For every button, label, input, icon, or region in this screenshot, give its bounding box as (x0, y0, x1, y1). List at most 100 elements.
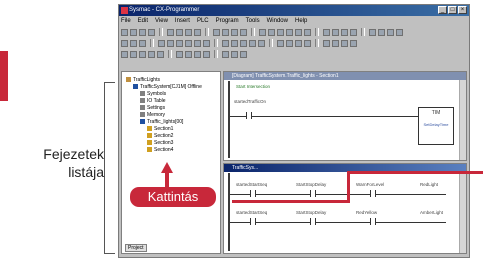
toolbar-button-icon[interactable] (268, 28, 275, 36)
toolbar-button-icon[interactable] (258, 39, 265, 47)
toolbar-button-icon[interactable] (194, 28, 201, 36)
tree-item[interactable]: Section4 (147, 147, 173, 153)
toolbar-button-icon[interactable] (249, 39, 256, 47)
toolbar-button-icon[interactable] (341, 28, 348, 36)
toolbar-button-icon[interactable] (148, 28, 155, 36)
menu-item[interactable]: File (121, 17, 131, 26)
toolbar-button-icon[interactable] (213, 28, 220, 36)
menu-item[interactable]: Tools (246, 17, 260, 26)
tree-item[interactable]: Settings (140, 105, 165, 111)
toolbar-button-icon[interactable] (350, 28, 357, 36)
tree-item[interactable]: Memory (140, 112, 165, 118)
toolbar-button-icon[interactable] (157, 50, 164, 58)
toolbar-button-icon[interactable] (130, 50, 137, 58)
minimize-button[interactable]: _ (438, 6, 447, 14)
toolbar-button-icon[interactable] (176, 28, 183, 36)
close-button[interactable]: × (458, 6, 467, 14)
toolbar-button-icon[interactable] (396, 28, 403, 36)
menu-item[interactable]: Help (295, 17, 307, 26)
toolbar-button-icon[interactable] (231, 50, 238, 58)
toolbar-button-icon[interactable] (323, 28, 330, 36)
contact-symbol[interactable] (250, 218, 256, 225)
toolbar-button-icon[interactable] (295, 39, 302, 47)
toolbar-button-icon[interactable] (139, 50, 146, 58)
toolbar-button-icon[interactable] (222, 28, 229, 36)
toolbar-button-icon[interactable] (158, 39, 165, 47)
contact-symbol[interactable] (310, 218, 316, 225)
contact-label: StartStopDelay (296, 182, 327, 187)
menu-item[interactable]: Window (267, 17, 288, 26)
toolbar-button-icon[interactable] (341, 39, 348, 47)
toolbar-button-icon[interactable] (277, 28, 284, 36)
toolbar-button-icon[interactable] (295, 28, 302, 36)
toolbar-button-icon[interactable] (185, 28, 192, 36)
menu-item[interactable]: Program (216, 17, 239, 26)
toolbar-button-icon[interactable] (259, 28, 266, 36)
toolbar-button-icon[interactable] (350, 39, 357, 47)
contact-symbol[interactable] (370, 190, 376, 197)
tree-item[interactable]: Traffic_lights[00] (140, 119, 183, 125)
maximize-button[interactable]: □ (448, 6, 457, 14)
toolbar-button-icon[interactable] (130, 39, 137, 47)
toolbar-button-icon[interactable] (231, 28, 238, 36)
tree-node-icon (147, 126, 152, 132)
toolbar-button-icon[interactable] (167, 28, 174, 36)
toolbar-button-icon[interactable] (121, 50, 128, 58)
vertical-scrollbar[interactable] (459, 172, 466, 253)
menu-item[interactable]: View (155, 17, 168, 26)
toolbar-separator (315, 28, 319, 36)
toolbar-button-icon[interactable] (194, 39, 201, 47)
toolbar-button-icon[interactable] (332, 39, 339, 47)
toolbar-button-icon[interactable] (176, 50, 183, 58)
toolbar-button-icon[interactable] (286, 39, 293, 47)
menu-item[interactable]: PLC (197, 17, 209, 26)
tree-item[interactable]: Section3 (147, 140, 173, 146)
toolbar-button-icon[interactable] (286, 28, 293, 36)
toolbar-button-icon[interactable] (194, 50, 201, 58)
contact-symbol[interactable] (246, 112, 252, 119)
toolbar-button-icon[interactable] (231, 39, 238, 47)
left-power-rail (228, 173, 230, 251)
toolbar-button-icon[interactable] (240, 28, 247, 36)
toolbar-button-icon[interactable] (139, 39, 146, 47)
contact-symbol[interactable] (250, 190, 256, 197)
project-tab[interactable]: Project (125, 244, 147, 252)
toolbar-button-icon[interactable] (130, 28, 137, 36)
toolbar-button-icon[interactable] (369, 28, 376, 36)
tree-item[interactable]: Section2 (147, 133, 173, 139)
toolbar-button-icon[interactable] (240, 50, 247, 58)
toolbar-button-icon[interactable] (148, 50, 155, 58)
toolbar-button-icon[interactable] (304, 28, 311, 36)
toolbar-button-icon[interactable] (222, 50, 229, 58)
tree-item[interactable]: Symbols (140, 91, 166, 97)
vertical-scrollbar[interactable] (459, 80, 466, 160)
toolbar-button-icon[interactable] (185, 50, 192, 58)
toolbar-button-icon[interactable] (378, 28, 385, 36)
toolbar-button-icon[interactable] (121, 28, 128, 36)
toolbar-button-icon[interactable] (277, 39, 284, 47)
tree-item[interactable]: IO Table (140, 98, 166, 104)
ladder-top-title[interactable]: [Diagram] TrafficSystem.Traffic_lights -… (224, 72, 466, 80)
tree-item[interactable]: TrafficSystem[CJ1M] Offline (133, 84, 202, 90)
toolbar-button-icon[interactable] (167, 39, 174, 47)
menu-item[interactable]: Edit (138, 17, 148, 26)
toolbar-button-icon[interactable] (323, 39, 330, 47)
toolbar-button-icon[interactable] (176, 39, 183, 47)
toolbar-button-icon[interactable] (203, 39, 210, 47)
timer-block[interactable]: TIM SetDelayTime (418, 107, 454, 145)
toolbar-button-icon[interactable] (332, 28, 339, 36)
toolbar-button-icon[interactable] (139, 28, 146, 36)
tree-item[interactable]: TrafficLights (126, 77, 160, 83)
toolbar-button-icon[interactable] (240, 39, 247, 47)
toolbar-button-icon[interactable] (387, 28, 394, 36)
toolbar-button-icon[interactable] (203, 50, 210, 58)
toolbar-button-icon[interactable] (185, 39, 192, 47)
toolbar-button-icon[interactable] (222, 39, 229, 47)
contact-symbol[interactable] (370, 218, 376, 225)
contact-symbol[interactable] (310, 190, 316, 197)
toolbar-button-icon[interactable] (121, 39, 128, 47)
menu-item[interactable]: Insert (175, 17, 190, 26)
tree-item[interactable]: Section1 (147, 126, 173, 132)
tree-item-label: Traffic_lights[00] (147, 119, 184, 125)
toolbar-button-icon[interactable] (304, 39, 311, 47)
